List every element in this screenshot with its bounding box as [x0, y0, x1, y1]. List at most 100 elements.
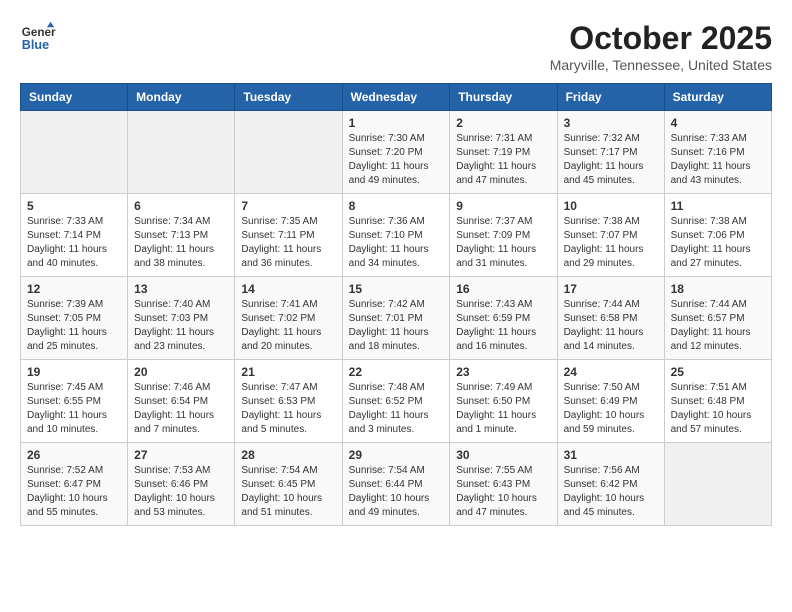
location-title: Maryville, Tennessee, United States	[550, 57, 772, 73]
day-info: Sunrise: 7:33 AMSunset: 7:16 PMDaylight:…	[671, 132, 765, 188]
day-number: 4	[671, 116, 765, 130]
day-number: 29	[349, 448, 444, 462]
day-number: 7	[241, 199, 335, 213]
table-row: 21 Sunrise: 7:47 AMSunset: 6:53 PMDayligh…	[235, 360, 342, 443]
table-row	[128, 111, 235, 194]
weekday-header-row: Sunday Monday Tuesday Wednesday Thursday…	[21, 84, 772, 111]
day-info: Sunrise: 7:39 AMSunset: 7:05 PMDaylight:…	[27, 298, 121, 354]
table-row: 7 Sunrise: 7:35 AMSunset: 7:11 PMDaylight…	[235, 194, 342, 277]
day-info: Sunrise: 7:33 AMSunset: 7:14 PMDaylight:…	[27, 215, 121, 271]
day-number: 23	[456, 365, 550, 379]
day-number: 15	[349, 282, 444, 296]
day-number: 11	[671, 199, 765, 213]
day-info: Sunrise: 7:51 AMSunset: 6:48 PMDaylight:…	[671, 381, 765, 437]
day-info: Sunrise: 7:46 AMSunset: 6:54 PMDaylight:…	[134, 381, 228, 437]
table-row: 15 Sunrise: 7:42 AMSunset: 7:01 PMDayligh…	[342, 277, 450, 360]
calendar-week-row: 1Sunrise: 7:30 AMSunset: 7:20 PMDaylight…	[21, 111, 772, 194]
table-row: 28 Sunrise: 7:54 AMSunset: 6:45 PMDayligh…	[235, 443, 342, 526]
table-row: 4 Sunrise: 7:33 AMSunset: 7:16 PMDaylight…	[664, 111, 771, 194]
day-info: Sunrise: 7:44 AMSunset: 6:58 PMDaylight:…	[564, 298, 658, 354]
day-info: Sunrise: 7:30 AMSunset: 7:20 PMDaylight:…	[349, 132, 444, 188]
header-friday: Friday	[557, 84, 664, 111]
day-info: Sunrise: 7:50 AMSunset: 6:49 PMDaylight:…	[564, 381, 658, 437]
table-row: 26Sunrise: 7:52 AMSunset: 6:47 PMDayligh…	[21, 443, 128, 526]
day-number: 22	[349, 365, 444, 379]
calendar-week-row: 5 Sunrise: 7:33 AMSunset: 7:14 PMDaylight…	[21, 194, 772, 277]
day-number: 28	[241, 448, 335, 462]
day-info: Sunrise: 7:32 AMSunset: 7:17 PMDaylight:…	[564, 132, 658, 188]
table-row: 29 Sunrise: 7:54 AMSunset: 6:44 PMDayligh…	[342, 443, 450, 526]
table-row: 8 Sunrise: 7:36 AMSunset: 7:10 PMDaylight…	[342, 194, 450, 277]
day-info: Sunrise: 7:40 AMSunset: 7:03 PMDaylight:…	[134, 298, 228, 354]
day-info: Sunrise: 7:45 AMSunset: 6:55 PMDaylight:…	[27, 381, 121, 437]
header-monday: Monday	[128, 84, 235, 111]
day-number: 27	[134, 448, 228, 462]
table-row	[235, 111, 342, 194]
table-row: 1Sunrise: 7:30 AMSunset: 7:20 PMDaylight…	[342, 111, 450, 194]
day-info: Sunrise: 7:55 AMSunset: 6:43 PMDaylight:…	[456, 464, 550, 520]
table-row: 22 Sunrise: 7:48 AMSunset: 6:52 PMDayligh…	[342, 360, 450, 443]
month-title: October 2025	[550, 20, 772, 57]
table-row: 5 Sunrise: 7:33 AMSunset: 7:14 PMDaylight…	[21, 194, 128, 277]
day-info: Sunrise: 7:52 AMSunset: 6:47 PMDaylight:…	[27, 464, 121, 520]
table-row: 24 Sunrise: 7:50 AMSunset: 6:49 PMDayligh…	[557, 360, 664, 443]
day-number: 14	[241, 282, 335, 296]
day-info: Sunrise: 7:49 AMSunset: 6:50 PMDaylight:…	[456, 381, 550, 437]
day-info: Sunrise: 7:36 AMSunset: 7:10 PMDaylight:…	[349, 215, 444, 271]
table-row: 17Sunrise: 7:44 AMSunset: 6:58 PMDayligh…	[557, 277, 664, 360]
day-info: Sunrise: 7:38 AMSunset: 7:06 PMDaylight:…	[671, 215, 765, 271]
calendar-week-row: 12 Sunrise: 7:39 AMSunset: 7:05 PMDayligh…	[21, 277, 772, 360]
table-row: 11 Sunrise: 7:38 AMSunset: 7:06 PMDayligh…	[664, 194, 771, 277]
day-info: Sunrise: 7:42 AMSunset: 7:01 PMDaylight:…	[349, 298, 444, 354]
table-row: 23 Sunrise: 7:49 AMSunset: 6:50 PMDayligh…	[450, 360, 557, 443]
day-number: 24	[564, 365, 658, 379]
title-section: October 2025 Maryville, Tennessee, Unite…	[550, 20, 772, 73]
header-tuesday: Tuesday	[235, 84, 342, 111]
day-number: 3	[564, 116, 658, 130]
day-number: 16	[456, 282, 550, 296]
table-row: 9 Sunrise: 7:37 AMSunset: 7:09 PMDaylight…	[450, 194, 557, 277]
day-info: Sunrise: 7:31 AMSunset: 7:19 PMDaylight:…	[456, 132, 550, 188]
table-row	[21, 111, 128, 194]
day-number: 25	[671, 365, 765, 379]
table-row: 31Sunrise: 7:56 AMSunset: 6:42 PMDayligh…	[557, 443, 664, 526]
day-info: Sunrise: 7:34 AMSunset: 7:13 PMDaylight:…	[134, 215, 228, 271]
table-row: 19 Sunrise: 7:45 AMSunset: 6:55 PMDayligh…	[21, 360, 128, 443]
table-row: 2Sunrise: 7:31 AMSunset: 7:19 PMDaylight…	[450, 111, 557, 194]
logo-icon: General Blue	[20, 20, 56, 56]
day-info: Sunrise: 7:43 AMSunset: 6:59 PMDaylight:…	[456, 298, 550, 354]
table-row: 14 Sunrise: 7:41 AMSunset: 7:02 PMDayligh…	[235, 277, 342, 360]
day-number: 12	[27, 282, 121, 296]
day-number: 8	[349, 199, 444, 213]
day-info: Sunrise: 7:54 AMSunset: 6:45 PMDaylight:…	[241, 464, 335, 520]
calendar-week-row: 26Sunrise: 7:52 AMSunset: 6:47 PMDayligh…	[21, 443, 772, 526]
day-number: 21	[241, 365, 335, 379]
day-info: Sunrise: 7:53 AMSunset: 6:46 PMDaylight:…	[134, 464, 228, 520]
day-info: Sunrise: 7:37 AMSunset: 7:09 PMDaylight:…	[456, 215, 550, 271]
day-info: Sunrise: 7:56 AMSunset: 6:42 PMDaylight:…	[564, 464, 658, 520]
day-info: Sunrise: 7:41 AMSunset: 7:02 PMDaylight:…	[241, 298, 335, 354]
day-info: Sunrise: 7:47 AMSunset: 6:53 PMDaylight:…	[241, 381, 335, 437]
day-number: 20	[134, 365, 228, 379]
table-row: 6Sunrise: 7:34 AMSunset: 7:13 PMDaylight…	[128, 194, 235, 277]
table-row	[664, 443, 771, 526]
table-row: 12 Sunrise: 7:39 AMSunset: 7:05 PMDayligh…	[21, 277, 128, 360]
header-saturday: Saturday	[664, 84, 771, 111]
day-number: 5	[27, 199, 121, 213]
day-info: Sunrise: 7:44 AMSunset: 6:57 PMDaylight:…	[671, 298, 765, 354]
logo: General Blue	[20, 20, 56, 56]
day-number: 18	[671, 282, 765, 296]
day-info: Sunrise: 7:54 AMSunset: 6:44 PMDaylight:…	[349, 464, 444, 520]
table-row: 20 Sunrise: 7:46 AMSunset: 6:54 PMDayligh…	[128, 360, 235, 443]
day-info: Sunrise: 7:35 AMSunset: 7:11 PMDaylight:…	[241, 215, 335, 271]
table-row: 25 Sunrise: 7:51 AMSunset: 6:48 PMDayligh…	[664, 360, 771, 443]
table-row: 3 Sunrise: 7:32 AMSunset: 7:17 PMDaylight…	[557, 111, 664, 194]
table-row: 27 Sunrise: 7:53 AMSunset: 6:46 PMDayligh…	[128, 443, 235, 526]
day-number: 13	[134, 282, 228, 296]
day-info: Sunrise: 7:48 AMSunset: 6:52 PMDaylight:…	[349, 381, 444, 437]
header-wednesday: Wednesday	[342, 84, 450, 111]
header-sunday: Sunday	[21, 84, 128, 111]
day-number: 10	[564, 199, 658, 213]
day-number: 19	[27, 365, 121, 379]
day-number: 9	[456, 199, 550, 213]
